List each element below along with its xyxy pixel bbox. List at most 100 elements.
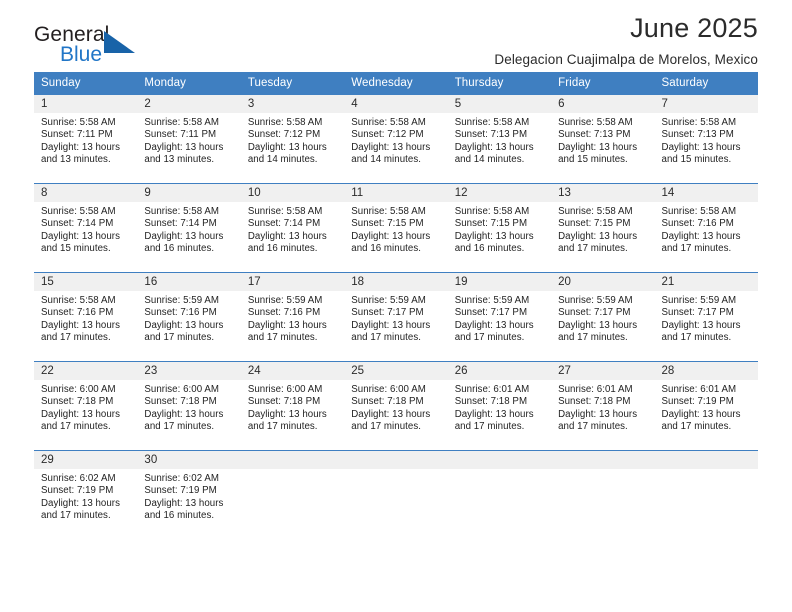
calendar-week-row: 22 Sunrise: 6:00 AM Sunset: 7:18 PM Dayligh… bbox=[34, 361, 758, 451]
sunset-text: Sunset: 7:16 PM bbox=[41, 307, 114, 319]
sunrise-text: Sunrise: 5:59 AM bbox=[454, 295, 530, 306]
sunset-text: Sunset: 7:16 PM bbox=[661, 218, 734, 230]
sunrise-text: Sunrise: 6:01 AM bbox=[454, 384, 530, 395]
sunrise-text: Sunrise: 5:58 AM bbox=[247, 206, 323, 217]
calendar-day-cell[interactable]: 30 Sunrise: 6:02 AM Sunset: 7:19 PM Dayligh… bbox=[137, 450, 241, 537]
calendar-day-cell[interactable]: 3 Sunrise: 5:58 AM Sunset: 7:12 PM Daylight… bbox=[240, 94, 345, 184]
calendar-day-cell[interactable]: 18 Sunrise: 5:59 AM Sunset: 7:17 PM Dayligh… bbox=[344, 272, 448, 362]
daylight-text-line2: and 17 minutes. bbox=[558, 421, 628, 433]
day-number: 5 bbox=[447, 95, 552, 113]
daylight-text-line1: Daylight: 13 hours bbox=[454, 141, 534, 153]
daylight-text-line1: Daylight: 13 hours bbox=[351, 230, 431, 242]
sunrise-text: Sunrise: 6:02 AM bbox=[41, 473, 116, 484]
page-title: June 2025 bbox=[630, 13, 758, 43]
day-details: Sunrise: 5:58 AM Sunset: 7:11 PM Daylight:… bbox=[137, 113, 240, 167]
day-details: Sunrise: 6:01 AM Sunset: 7:18 PM Daylight:… bbox=[551, 380, 654, 434]
calendar-day-cell[interactable]: 8 Sunrise: 5:58 AM Sunset: 7:14 PM Daylight… bbox=[34, 183, 138, 273]
calendar-day-cell[interactable]: 2 Sunrise: 5:58 AM Sunset: 7:11 PM Daylight… bbox=[137, 94, 241, 184]
sunset-text: Sunset: 7:15 PM bbox=[558, 218, 631, 230]
calendar-day-cell[interactable]: 20 Sunrise: 5:59 AM Sunset: 7:17 PM Dayligh… bbox=[551, 272, 655, 362]
daylight-text-line1: Daylight: 13 hours bbox=[454, 408, 534, 420]
calendar-day-cell[interactable]: 29 Sunrise: 6:02 AM Sunset: 7:19 PM Dayligh… bbox=[34, 450, 138, 537]
calendar-day-cell[interactable]: 26 Sunrise: 6:01 AM Sunset: 7:18 PM Dayligh… bbox=[447, 361, 552, 451]
calendar-day-cell[interactable]: 16 Sunrise: 5:59 AM Sunset: 7:16 PM Dayligh… bbox=[137, 272, 241, 362]
calendar-day-cell[interactable]: 14 Sunrise: 5:58 AM Sunset: 7:16 PM Dayligh… bbox=[654, 183, 758, 273]
daylight-text-line1: Daylight: 13 hours bbox=[41, 230, 120, 242]
daylight-text-line1: Daylight: 13 hours bbox=[661, 319, 741, 331]
sunset-text: Sunset: 7:19 PM bbox=[661, 396, 734, 408]
daylight-text-line2: and 14 minutes. bbox=[351, 154, 421, 166]
day-number: 6 bbox=[551, 95, 655, 113]
sunset-text: Sunset: 7:11 PM bbox=[41, 129, 113, 141]
day-details: Sunrise: 6:00 AM Sunset: 7:18 PM Daylight:… bbox=[241, 380, 344, 434]
sunrise-text: Sunrise: 5:59 AM bbox=[351, 295, 426, 306]
day-number bbox=[654, 451, 758, 469]
calendar-empty-cell bbox=[551, 450, 655, 537]
sunset-text: Sunset: 7:13 PM bbox=[661, 129, 734, 141]
daylight-text-line2: and 17 minutes. bbox=[41, 510, 111, 522]
calendar-day-cell[interactable]: 21 Sunrise: 5:59 AM Sunset: 7:17 PM Dayligh… bbox=[654, 272, 758, 362]
day-number: 27 bbox=[551, 362, 655, 380]
weekday-header-friday: Friday bbox=[551, 72, 655, 95]
daylight-text-line2: and 17 minutes. bbox=[454, 332, 525, 344]
calendar-table: Sunday Monday Tuesday Wednesday Thursday… bbox=[34, 72, 758, 537]
daylight-text-line1: Daylight: 13 hours bbox=[144, 230, 224, 242]
calendar-day-cell[interactable]: 13 Sunrise: 5:58 AM Sunset: 7:15 PM Dayligh… bbox=[551, 183, 655, 273]
brand-logo[interactable]: General Blue bbox=[34, 24, 214, 74]
sunrise-text: Sunrise: 6:02 AM bbox=[144, 473, 219, 484]
calendar-day-cell[interactable]: 1 Sunrise: 5:58 AM Sunset: 7:11 PM Daylight… bbox=[34, 94, 138, 184]
sunset-text: Sunset: 7:14 PM bbox=[144, 218, 217, 230]
sunrise-text: Sunrise: 6:01 AM bbox=[661, 384, 737, 395]
calendar-day-cell[interactable]: 6 Sunrise: 5:58 AM Sunset: 7:13 PM Daylight… bbox=[551, 94, 655, 184]
sunrise-text: Sunrise: 5:58 AM bbox=[661, 117, 737, 128]
calendar-day-cell[interactable]: 23 Sunrise: 6:00 AM Sunset: 7:18 PM Dayligh… bbox=[137, 361, 241, 451]
sunrise-text: Sunrise: 5:58 AM bbox=[41, 295, 116, 306]
brand-name-blue: Blue bbox=[60, 43, 103, 66]
daylight-text-line2: and 17 minutes. bbox=[41, 332, 111, 344]
weekday-header-sunday: Sunday bbox=[34, 72, 138, 95]
day-details: Sunrise: 5:58 AM Sunset: 7:13 PM Daylight:… bbox=[448, 113, 551, 167]
calendar-day-cell[interactable]: 28 Sunrise: 6:01 AM Sunset: 7:19 PM Dayligh… bbox=[654, 361, 758, 451]
sunset-text: Sunset: 7:14 PM bbox=[41, 218, 114, 230]
day-details: Sunrise: 5:59 AM Sunset: 7:16 PM Daylight:… bbox=[241, 291, 344, 345]
daylight-text-line2: and 16 minutes. bbox=[247, 243, 318, 255]
calendar-day-cell[interactable]: 25 Sunrise: 6:00 AM Sunset: 7:18 PM Dayligh… bbox=[344, 361, 448, 451]
sunrise-text: Sunrise: 5:58 AM bbox=[558, 206, 633, 217]
calendar-day-cell[interactable]: 9 Sunrise: 5:58 AM Sunset: 7:14 PM Daylight… bbox=[137, 183, 241, 273]
calendar-day-cell[interactable]: 12 Sunrise: 5:58 AM Sunset: 7:15 PM Dayligh… bbox=[447, 183, 552, 273]
day-number bbox=[240, 451, 345, 469]
sunrise-text: Sunrise: 6:00 AM bbox=[144, 384, 219, 395]
day-details: Sunrise: 5:58 AM Sunset: 7:14 PM Daylight:… bbox=[241, 202, 344, 256]
day-details: Sunrise: 5:58 AM Sunset: 7:14 PM Daylight:… bbox=[137, 202, 240, 256]
calendar-day-cell[interactable]: 15 Sunrise: 5:58 AM Sunset: 7:16 PM Dayligh… bbox=[34, 272, 138, 362]
calendar-week-row: 29 Sunrise: 6:02 AM Sunset: 7:19 PM Dayligh… bbox=[34, 450, 758, 537]
day-details: Sunrise: 6:00 AM Sunset: 7:18 PM Daylight:… bbox=[34, 380, 137, 434]
calendar-day-cell[interactable]: 19 Sunrise: 5:59 AM Sunset: 7:17 PM Dayligh… bbox=[447, 272, 552, 362]
day-details: Sunrise: 5:58 AM Sunset: 7:16 PM Daylight:… bbox=[34, 291, 137, 345]
daylight-text-line1: Daylight: 13 hours bbox=[144, 497, 224, 509]
sunset-text: Sunset: 7:18 PM bbox=[41, 396, 114, 408]
day-number: 15 bbox=[34, 273, 138, 291]
daylight-text-line1: Daylight: 13 hours bbox=[558, 319, 638, 331]
calendar-day-cell[interactable]: 27 Sunrise: 6:01 AM Sunset: 7:18 PM Dayligh… bbox=[551, 361, 655, 451]
calendar-day-cell[interactable]: 5 Sunrise: 5:58 AM Sunset: 7:13 PM Daylight… bbox=[447, 94, 552, 184]
weekday-header-thursday: Thursday bbox=[447, 72, 552, 95]
calendar-body: 1 Sunrise: 5:58 AM Sunset: 7:11 PM Daylight… bbox=[34, 94, 758, 537]
calendar-day-cell[interactable]: 17 Sunrise: 5:59 AM Sunset: 7:16 PM Dayligh… bbox=[240, 272, 345, 362]
calendar-day-cell[interactable]: 11 Sunrise: 5:58 AM Sunset: 7:15 PM Dayligh… bbox=[344, 183, 448, 273]
calendar-day-cell[interactable]: 10 Sunrise: 5:58 AM Sunset: 7:14 PM Dayligh… bbox=[240, 183, 345, 273]
day-details: Sunrise: 5:59 AM Sunset: 7:17 PM Daylight:… bbox=[551, 291, 654, 345]
calendar-day-cell[interactable]: 7 Sunrise: 5:58 AM Sunset: 7:13 PM Daylight… bbox=[654, 94, 758, 184]
calendar-page: General Blue June 2025 Delegacion Cuajim… bbox=[0, 0, 792, 612]
daylight-text-line2: and 17 minutes. bbox=[661, 332, 732, 344]
sunrise-text: Sunrise: 5:59 AM bbox=[558, 295, 633, 306]
day-number: 13 bbox=[551, 184, 655, 202]
calendar-day-cell[interactable]: 4 Sunrise: 5:58 AM Sunset: 7:12 PM Daylight… bbox=[344, 94, 448, 184]
day-number: 19 bbox=[447, 273, 552, 291]
sunset-text: Sunset: 7:15 PM bbox=[351, 218, 424, 230]
sunset-text: Sunset: 7:16 PM bbox=[144, 307, 217, 319]
sunrise-text: Sunrise: 5:58 AM bbox=[558, 117, 633, 128]
calendar-day-cell[interactable]: 22 Sunrise: 6:00 AM Sunset: 7:18 PM Dayligh… bbox=[34, 361, 138, 451]
daylight-text-line1: Daylight: 13 hours bbox=[41, 408, 120, 420]
calendar-day-cell[interactable]: 24 Sunrise: 6:00 AM Sunset: 7:18 PM Dayligh… bbox=[240, 361, 345, 451]
